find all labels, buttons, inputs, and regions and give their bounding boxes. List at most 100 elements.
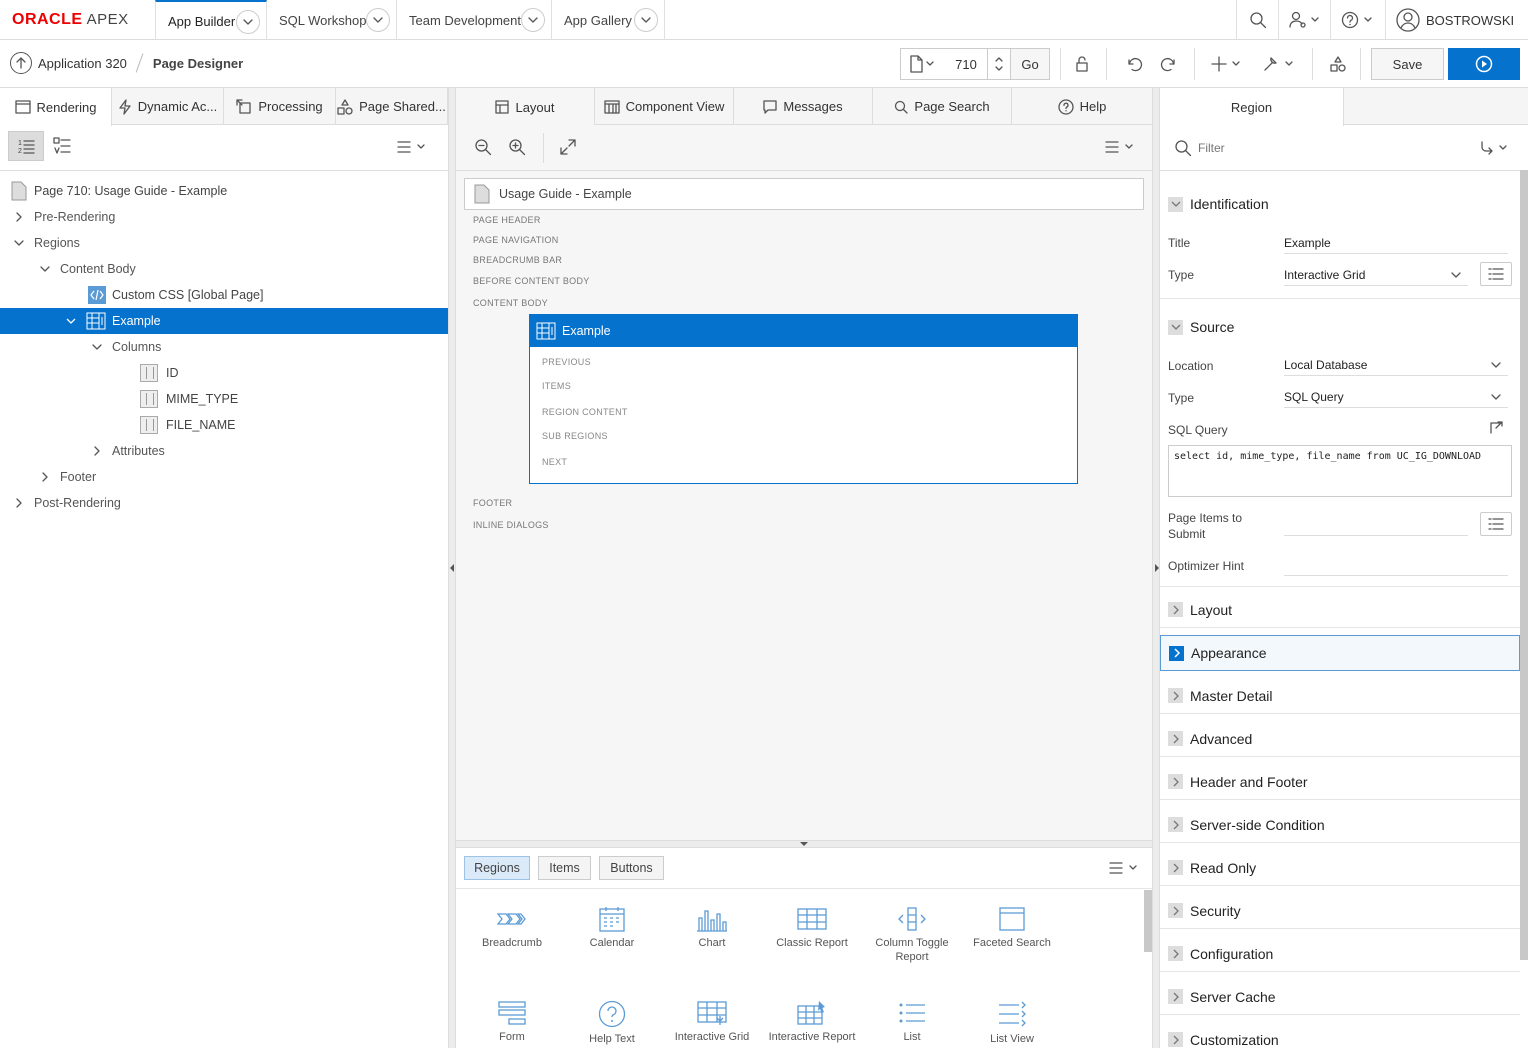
chevron-right-icon[interactable] (40, 472, 50, 482)
region-header[interactable]: Example (530, 315, 1077, 347)
redo-icon[interactable] (1155, 48, 1183, 80)
undo-icon[interactable] (1120, 48, 1148, 80)
run-page-button[interactable] (1448, 48, 1520, 80)
zoom-out-icon[interactable] (474, 138, 492, 156)
tree-node-footer[interactable]: Footer (0, 464, 448, 490)
chevron-right-icon[interactable] (1168, 903, 1183, 918)
layout-page-title-bar[interactable]: Usage Guide - Example (464, 178, 1144, 210)
tree-node-content-body[interactable]: Content Body (0, 256, 448, 282)
region-zone-next[interactable]: NEXT (542, 457, 567, 467)
location-select[interactable]: Local Database (1284, 354, 1508, 376)
left-splitter[interactable] (448, 88, 456, 1048)
gallery-item-interactive-grid[interactable]: Interactive Grid (662, 1000, 762, 1044)
gallery-item-breadcrumb[interactable]: Breadcrumb (462, 906, 562, 950)
drop-zone-page-navigation[interactable]: PAGE NAVIGATION (473, 235, 559, 245)
chevron-right-icon[interactable] (1168, 602, 1183, 617)
expand-icon[interactable] (559, 138, 577, 156)
section-configuration[interactable]: Configuration (1160, 936, 1520, 972)
tab-region[interactable]: Region (1160, 88, 1344, 126)
chevron-right-icon[interactable] (1168, 860, 1183, 875)
drop-zone-footer[interactable]: FOOTER (473, 498, 512, 508)
source-type-select[interactable]: SQL Query (1284, 386, 1508, 408)
tab-processing[interactable]: Processing (224, 88, 336, 125)
drop-zone-content-body[interactable]: CONTENT BODY (473, 298, 548, 308)
gallery-splitter[interactable] (456, 840, 1152, 848)
chevron-down-icon[interactable] (66, 316, 76, 326)
gallery-item-calendar[interactable]: Calendar (562, 906, 662, 950)
page-number-input[interactable]: 710 (945, 48, 988, 80)
gallery-item-help-text[interactable]: Help Text (562, 1000, 662, 1046)
tab-component-view[interactable]: Component View (595, 88, 734, 125)
gallery-item-column-toggle-report[interactable]: Column Toggle Report (862, 906, 962, 964)
layout-region-example[interactable]: Example PREVIOUS ITEMS REGION CONTENT SU… (529, 314, 1078, 484)
chevron-right-icon[interactable] (14, 498, 24, 508)
gallery-item-list[interactable]: List (862, 1000, 962, 1044)
chevron-right-icon[interactable] (1168, 989, 1183, 1004)
tree-node-regions[interactable]: Regions (0, 230, 448, 256)
user-settings-icon[interactable] (1278, 0, 1330, 40)
chevron-down-icon[interactable] (1168, 319, 1183, 335)
tab-app-gallery[interactable]: App Gallery (552, 0, 665, 40)
page-selector-button[interactable] (900, 48, 946, 80)
section-identification[interactable]: Identification (1160, 186, 1520, 222)
section-layout[interactable]: Layout (1160, 592, 1520, 628)
tree-node-attributes[interactable]: Attributes (0, 438, 448, 464)
region-type-select[interactable]: Interactive Grid (1284, 264, 1468, 286)
list-of-values-button[interactable] (1480, 262, 1512, 286)
tree-node-page[interactable]: Page 710: Usage Guide - Example (0, 178, 448, 204)
processing-order-view-icon[interactable] (50, 131, 74, 161)
chevron-down-icon[interactable] (1168, 196, 1183, 212)
user-menu[interactable]: BOSTROWSKI (1385, 0, 1514, 40)
gallery-item-chart[interactable]: Chart (662, 906, 762, 950)
chevron-right-icon[interactable] (14, 212, 24, 222)
chevron-right-icon[interactable] (1168, 688, 1183, 703)
section-security[interactable]: Security (1160, 893, 1520, 929)
go-button[interactable]: Go (1010, 48, 1050, 80)
help-icon[interactable] (1330, 0, 1385, 40)
tab-messages[interactable]: Messages (734, 88, 873, 125)
property-filter-input[interactable] (1198, 137, 1458, 159)
section-advanced[interactable]: Advanced (1160, 721, 1520, 757)
region-zone-items[interactable]: ITEMS (542, 381, 571, 391)
tree-node-post-rendering[interactable]: Post-Rendering (0, 490, 448, 516)
chevron-right-icon[interactable] (1168, 817, 1183, 832)
gallery-scrollbar[interactable] (1144, 890, 1152, 952)
breadcrumb-application[interactable]: Application 320 (38, 56, 127, 71)
gallery-menu-icon[interactable] (1108, 859, 1142, 877)
save-button[interactable]: Save (1371, 48, 1444, 80)
gallery-item-form[interactable]: Form (462, 1000, 562, 1044)
right-splitter[interactable] (1152, 88, 1160, 1048)
optimizer-hint-input[interactable] (1284, 554, 1508, 576)
gallery-tab-buttons[interactable]: Buttons (599, 856, 664, 880)
tab-layout[interactable]: Layout (456, 88, 595, 126)
chevron-right-icon[interactable] (1168, 774, 1183, 789)
chevron-right-icon[interactable] (1169, 645, 1184, 661)
property-editor-scrollbar[interactable] (1520, 170, 1528, 960)
tab-page-search[interactable]: Page Search (873, 88, 1012, 125)
layout-menu-icon[interactable] (1104, 138, 1138, 156)
tree-menu-icon[interactable] (396, 135, 436, 159)
chevron-down-icon[interactable] (521, 8, 545, 32)
drop-zone-before-content-body[interactable]: BEFORE CONTENT BODY (473, 276, 590, 286)
section-master-detail[interactable]: Master Detail (1160, 678, 1520, 714)
section-source[interactable]: Source (1160, 309, 1520, 345)
section-header-and-footer[interactable]: Header and Footer (1160, 764, 1520, 800)
chevron-down-icon[interactable] (40, 264, 50, 274)
chevron-right-icon[interactable] (1168, 1032, 1183, 1047)
tab-app-builder[interactable]: App Builder (155, 0, 267, 40)
gallery-tab-regions[interactable]: Regions (464, 856, 530, 880)
tree-node-pre-rendering[interactable]: Pre-Rendering (0, 204, 448, 230)
oracle-apex-logo[interactable]: ORACLE APEX (12, 11, 129, 29)
arrow-up-icon[interactable] (10, 52, 32, 74)
page-stepper[interactable] (987, 48, 1011, 80)
chevron-right-icon[interactable] (1168, 731, 1183, 746)
drop-zone-inline-dialogs[interactable]: INLINE DIALOGS (473, 520, 549, 530)
sql-query-textarea[interactable]: select id, mime_type, file_name from UC_… (1168, 445, 1512, 497)
page-items-input[interactable] (1284, 514, 1468, 536)
tree-node-column-file-name[interactable]: FILE_NAME (0, 412, 448, 438)
tree-node-example-region[interactable]: Example (0, 308, 448, 334)
lock-page-icon[interactable] (1068, 48, 1096, 80)
region-zone-region-content[interactable]: REGION CONTENT (542, 407, 628, 417)
section-customization[interactable]: Customization (1160, 1022, 1520, 1048)
chevron-right-icon[interactable] (92, 446, 102, 456)
